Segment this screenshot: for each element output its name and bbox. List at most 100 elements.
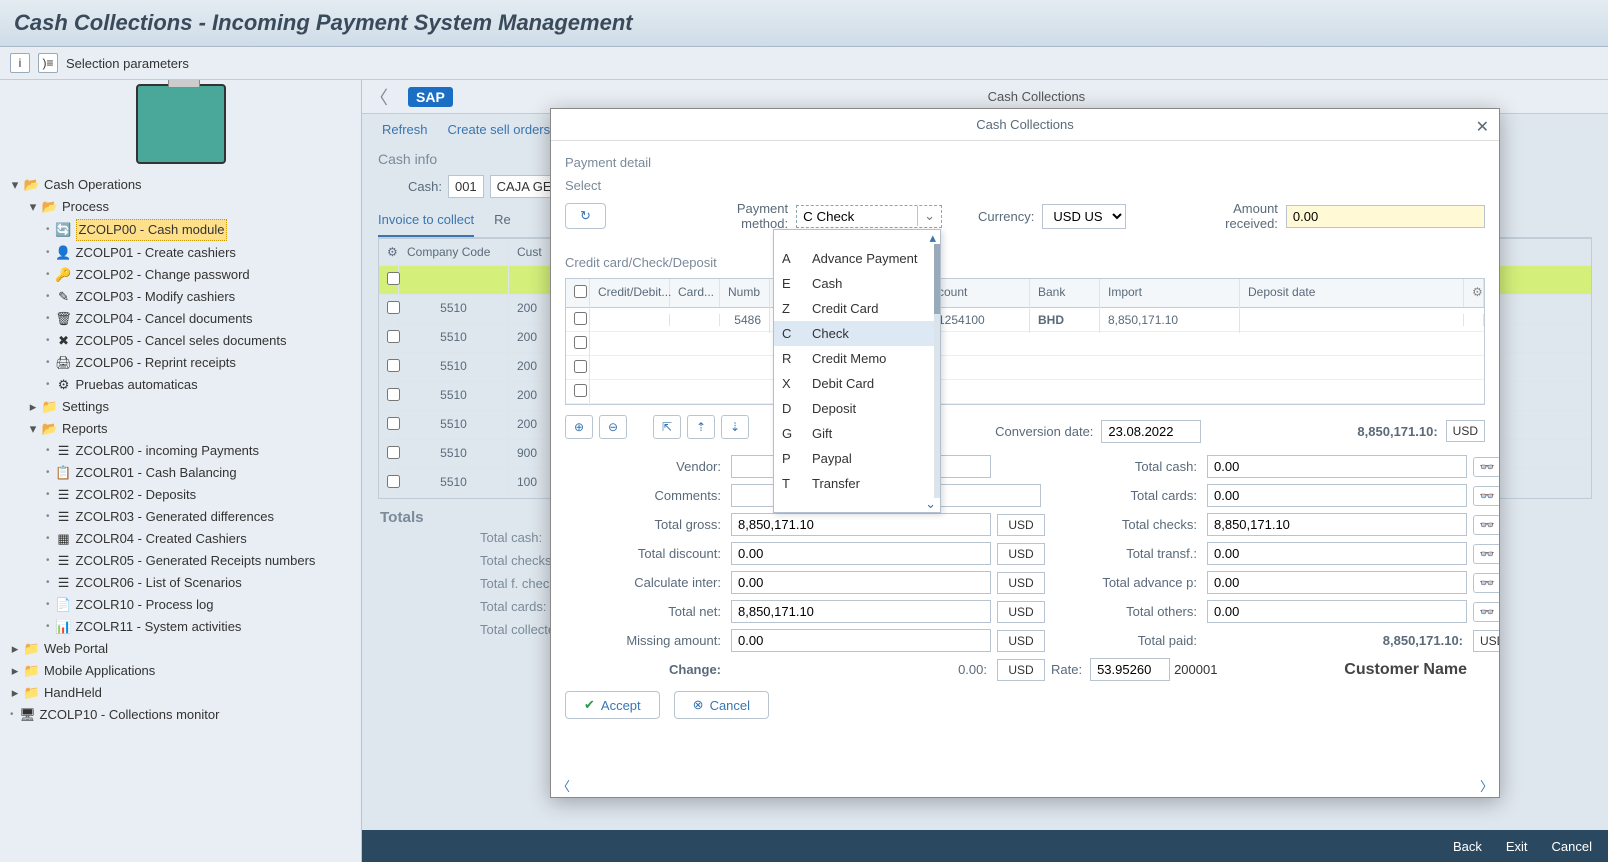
tree-reports[interactable]: Reports	[62, 419, 108, 439]
rate-input[interactable]	[1090, 658, 1170, 681]
cash-register-image	[0, 84, 361, 164]
footer-back[interactable]: Back	[1453, 839, 1482, 854]
tree-item-cash-module[interactable]: ZCOLP00 - Cash module	[76, 219, 228, 241]
accept-button[interactable]: ✔Accept	[565, 691, 660, 719]
tree-item-change-password[interactable]: ZCOLP02 - Change password	[76, 265, 250, 285]
lookup-icon[interactable]: 👓	[1473, 457, 1499, 477]
tree-item-r10[interactable]: ZCOLR10 - Process log	[76, 595, 214, 615]
scroll-down-icon[interactable]: ⌄	[774, 496, 940, 512]
tab-re[interactable]: Re	[494, 204, 511, 237]
lookup-icon[interactable]: 👓	[1473, 544, 1499, 564]
tree-item-r00[interactable]: ZCOLR00 - incoming Payments	[76, 441, 260, 461]
dd-option-credit-memo[interactable]: RCredit Memo	[774, 346, 940, 371]
tree-item-r06[interactable]: ZCOLR06 - List of Scenarios	[76, 573, 242, 593]
tree-item-reprint[interactable]: ZCOLP06 - Reprint receipts	[76, 353, 236, 373]
refresh-button[interactable]: ↻	[565, 203, 606, 229]
refresh-link[interactable]: Refresh	[382, 122, 428, 137]
params-icon[interactable]: )≡	[38, 53, 58, 73]
tree-item-cancel-docs[interactable]: ZCOLP04 - Cancel documents	[76, 309, 253, 329]
chevron-down-icon[interactable]: ⌄	[917, 206, 941, 226]
lookup-icon[interactable]: 👓	[1473, 602, 1499, 622]
tab-invoice-to-collect[interactable]: Invoice to collect	[378, 204, 474, 237]
row-checkbox[interactable]	[574, 336, 587, 349]
tree-item-create-cashiers[interactable]: ZCOLP01 - Create cashiers	[76, 243, 236, 263]
tree-item-r04[interactable]: ZCOLR04 - Created Cashiers	[76, 529, 247, 549]
info-icon[interactable]: i	[10, 53, 30, 73]
lookup-icon[interactable]: 👓	[1473, 486, 1499, 506]
close-icon[interactable]: ✕	[1476, 117, 1489, 137]
tree-cash-operations[interactable]: Cash Operations	[44, 175, 142, 195]
dd-option-cash[interactable]: ECash	[774, 271, 940, 296]
dd-option-credit-card[interactable]: ZCredit Card	[774, 296, 940, 321]
caret-icon[interactable]: ▾	[10, 175, 20, 195]
tree-item-pruebas[interactable]: Pruebas automaticas	[76, 375, 198, 395]
tree-item-modify-cashiers[interactable]: ZCOLP03 - Modify cashiers	[76, 287, 236, 307]
tree-monitor[interactable]: ZCOLP10 - Collections monitor	[40, 705, 220, 725]
scroll-right-icon[interactable]: 〉	[1480, 776, 1493, 795]
back-icon[interactable]: 〈	[370, 84, 388, 110]
remove-row-button[interactable]: ⊖	[599, 415, 627, 439]
dd-option-deposit[interactable]: DDeposit	[774, 396, 940, 421]
footer-exit[interactable]: Exit	[1506, 839, 1528, 854]
caret-icon[interactable]: ▸	[10, 683, 20, 703]
tree-mobile[interactable]: Mobile Applications	[44, 661, 155, 681]
dd-option-check[interactable]: CCheck	[774, 321, 940, 346]
table-row[interactable]: 5486 1254100 BHD 8,850,171.10	[566, 308, 1484, 332]
dd-option-gift[interactable]: GGift	[774, 421, 940, 446]
download-button[interactable]: ⇣	[721, 415, 749, 439]
create-sell-orders-link[interactable]: Create sell orders	[448, 122, 551, 137]
add-row-button[interactable]: ⊕	[565, 415, 593, 439]
caret-icon[interactable]: ▸	[28, 397, 38, 417]
caret-icon[interactable]: ▸	[10, 639, 20, 659]
tree-item-r01[interactable]: ZCOLR01 - Cash Balancing	[76, 463, 237, 483]
col-checkbox[interactable]	[566, 279, 590, 307]
dd-option-advance[interactable]: AAdvance Payment	[774, 246, 940, 271]
caret-icon[interactable]: ▸	[10, 661, 20, 681]
tree-item-r11[interactable]: ZCOLR11 - System activities	[76, 617, 242, 637]
row-checkbox[interactable]	[574, 384, 587, 397]
gear-icon[interactable]: ⚙	[379, 239, 399, 265]
caret-icon[interactable]: ▾	[28, 197, 38, 217]
conversion-date-input[interactable]	[1101, 420, 1201, 443]
gear-icon[interactable]: ⚙	[1464, 279, 1484, 307]
total-discount-label: Total discount:	[565, 546, 725, 561]
tree-item-cancel-sales[interactable]: ZCOLP05 - Cancel seles documents	[76, 331, 287, 351]
total-gross-value	[731, 513, 991, 536]
upload-button[interactable]: ⇡	[687, 415, 715, 439]
tree-process[interactable]: Process	[62, 197, 109, 217]
row-checkbox[interactable]	[574, 360, 587, 373]
cancel-button[interactable]: ⊗Cancel	[674, 691, 769, 719]
total-cash-value	[1207, 455, 1467, 478]
row-checkbox[interactable]	[574, 312, 587, 325]
tree-item-r05[interactable]: ZCOLR05 - Generated Receipts numbers	[76, 551, 316, 571]
scroll-left-icon[interactable]: 〈	[557, 776, 570, 795]
currency-label: Currency:	[978, 209, 1034, 224]
user-icon: 👤	[56, 243, 72, 263]
col-bank: Bank	[1030, 279, 1100, 307]
currency-select[interactable]: USD US	[1042, 204, 1126, 229]
scroll-up-icon[interactable]: ▴	[774, 230, 940, 246]
lookup-icon[interactable]: 👓	[1473, 573, 1499, 593]
lookup-icon[interactable]: 👓	[1473, 515, 1499, 535]
export-button[interactable]: ⇱	[653, 415, 681, 439]
cc-table: Credit/Debit... Card... Numb count Bank …	[565, 278, 1485, 405]
tree-settings[interactable]: Settings	[62, 397, 109, 417]
tree-handheld[interactable]: HandHeld	[44, 683, 102, 703]
cash-label: Cash:	[408, 179, 442, 194]
report-icon: ☰	[56, 485, 72, 505]
dd-option-paypal[interactable]: PPaypal	[774, 446, 940, 471]
footer-cancel[interactable]: Cancel	[1552, 839, 1592, 854]
dd-option-transfer[interactable]: TTransfer	[774, 471, 940, 496]
tree-item-r02[interactable]: ZCOLR02 - Deposits	[76, 485, 197, 505]
tree-item-r03[interactable]: ZCOLR03 - Generated differences	[76, 507, 274, 527]
payment-method-input[interactable]	[797, 206, 917, 227]
payment-method-select[interactable]: ⌄	[796, 205, 942, 228]
folder-icon: 📁	[24, 683, 40, 703]
calc-inter-label: Calculate inter:	[565, 575, 725, 590]
caret-icon[interactable]: ▾	[28, 419, 38, 439]
tree-webportal[interactable]: Web Portal	[44, 639, 108, 659]
dropdown-scrollbar[interactable]	[934, 244, 940, 498]
cash-collections-modal: Cash Collections ✕ Payment detail Select…	[550, 108, 1500, 798]
dd-option-debit-card[interactable]: XDebit Card	[774, 371, 940, 396]
amount-received-input[interactable]	[1286, 205, 1485, 228]
